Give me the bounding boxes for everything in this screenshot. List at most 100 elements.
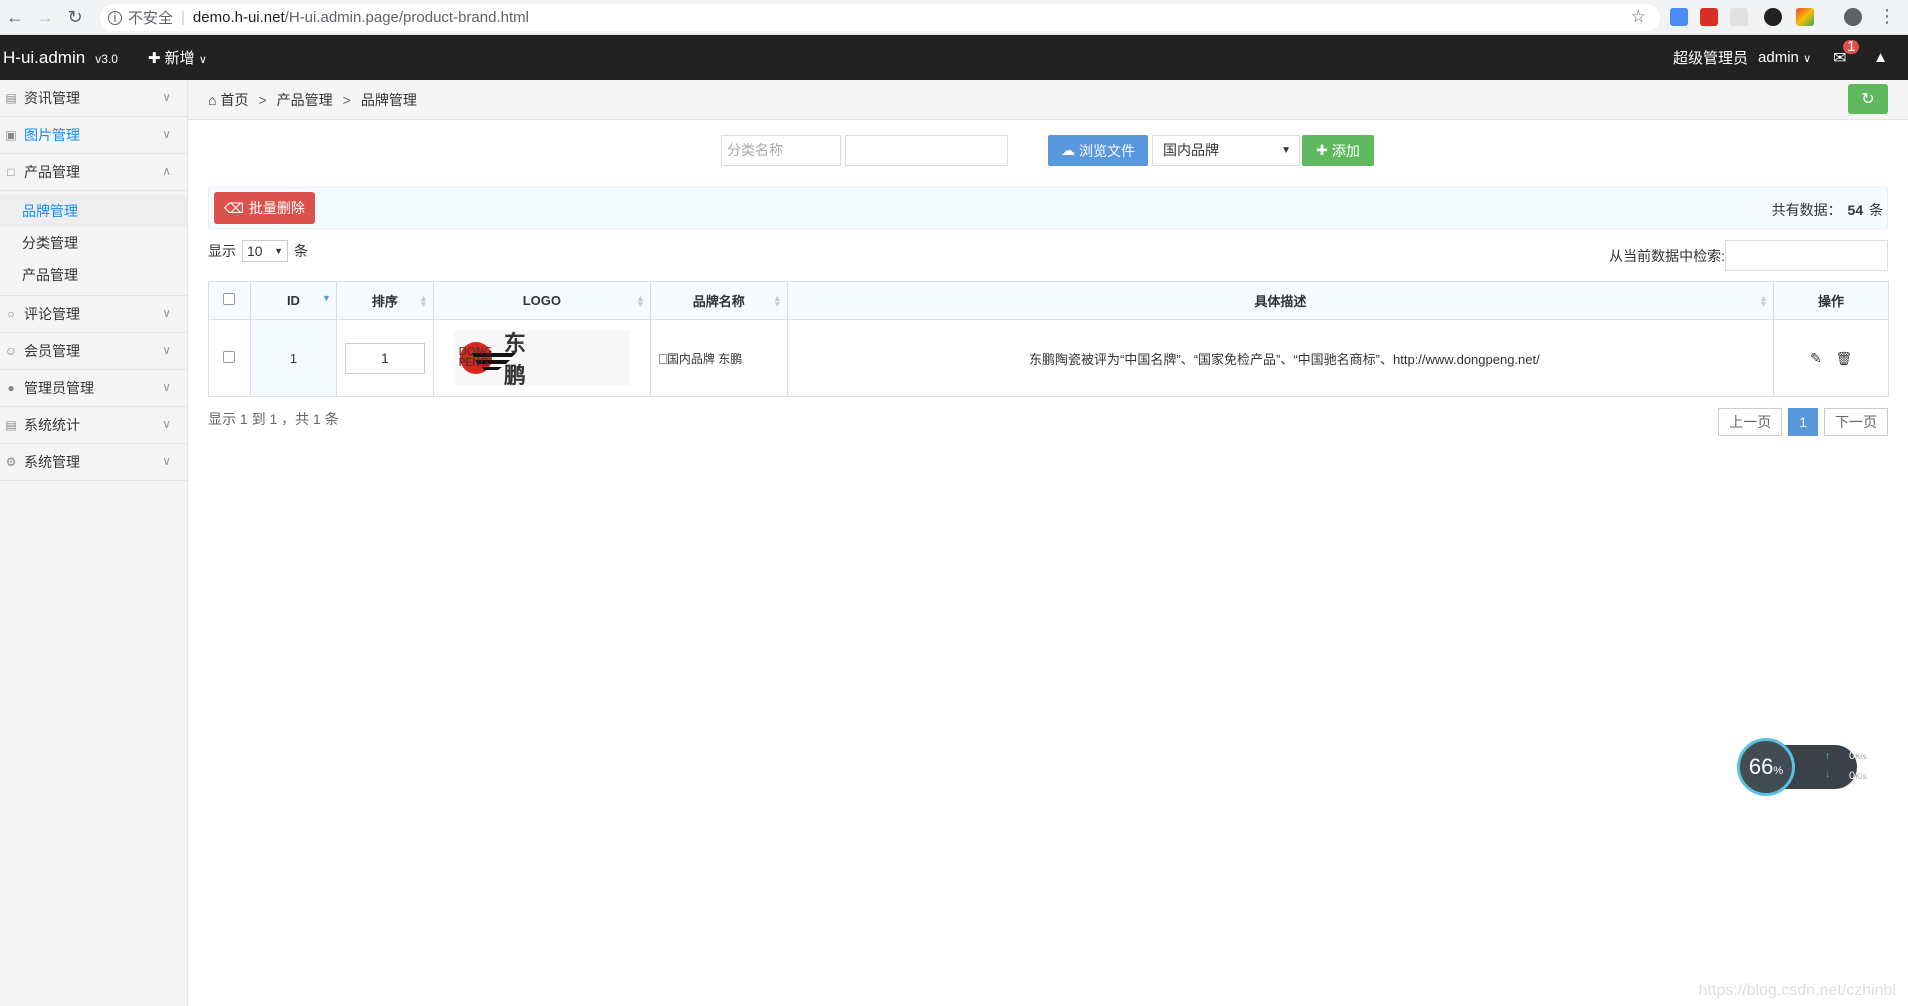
sidebar: ▤ 资讯管理 ∨ ▣ 图片管理 ∨ □ 产品管理 ∧ 品牌管理 分类管理 产品管… [0, 80, 188, 1006]
prev-page-button[interactable]: 上一页 [1718, 408, 1783, 436]
sidebar-item-comments[interactable]: ○ 评论管理 ∨ [0, 296, 187, 333]
user-menu[interactable]: admin ∨ [1758, 49, 1811, 66]
brand-image-alt: 国内品牌 [666, 351, 715, 366]
total-count: 共有数据： 54 条 [1772, 200, 1883, 220]
app-header: H-ui.admin v3.0 ✚ 新增 ∨ 超级管理员 admin ∨ ✉ 1… [0, 35, 1908, 80]
gear-icon: ⚙ [5, 455, 17, 469]
brand-table: ID ▼ 排序 ▲ ▼ LOGO ▲ ▼ 品牌名称 ▲ ▼ 具体描述 ▲ ▼ 操… [208, 281, 1889, 397]
column-header-order[interactable]: 排序 ▲ ▼ [335, 281, 434, 320]
chevron-down-icon: ∨ [162, 417, 171, 431]
column-header-brand-name[interactable]: 品牌名称 ▲ ▼ [649, 281, 788, 320]
translate-extension-icon[interactable] [1670, 8, 1688, 26]
chevron-down-icon: ∨ [198, 54, 207, 66]
submenu-item-category[interactable]: 分类管理 [0, 227, 187, 259]
column-label: 品牌名称 [692, 294, 745, 309]
forward-icon[interactable]: → [30, 2, 60, 32]
user-icon: ☺ [4, 344, 18, 358]
sidebar-item-members[interactable]: ☺ 会员管理 ∨ [0, 333, 187, 370]
profile-avatar-icon[interactable] [1844, 8, 1862, 26]
column-header-logo[interactable]: LOGO ▲ ▼ [432, 281, 651, 320]
browser-toolbar: ← → ↻ i 不安全 | demo.h-ui.net /H-ui.admin.… [0, 0, 1908, 35]
page-length-select[interactable]: 10 ▼ [242, 240, 288, 262]
edit-icon[interactable]: ✎ [1810, 350, 1822, 366]
breadcrumb: ⌂ 首页 > 产品管理 > 品牌管理 ↻ [188, 80, 1908, 120]
url-path: /H-ui.admin.page/product-brand.html [284, 9, 529, 26]
logo-text-dong: DONG [458, 344, 493, 358]
breadcrumb-separator: > [342, 91, 351, 108]
brand-name: 东鹏 [718, 351, 743, 366]
batch-delete-label: 批量删除 [248, 200, 305, 216]
column-label: ID [286, 293, 300, 308]
insecure-label: 不安全 [128, 10, 174, 27]
delete-icon[interactable]: 🗑 [1835, 351, 1852, 366]
column-header-description[interactable]: 具体描述 ▲ ▼ [786, 281, 1775, 320]
total-suffix: 条 [1869, 202, 1883, 218]
sort-icon: ▲ ▼ [772, 293, 782, 309]
main-content: ⌂ 首页 > 产品管理 > 品牌管理 ↻ 分类名称 ☁ 浏览文件 国内品牌 ▼ … [188, 80, 1908, 1006]
refresh-button[interactable]: ↻ [1848, 84, 1888, 114]
page-button-current[interactable]: 1 [1788, 408, 1818, 436]
search-input[interactable] [1725, 240, 1888, 271]
submenu-item-product[interactable]: 产品管理 [0, 259, 187, 291]
sidebar-item-statistics[interactable]: ▤ 系统统计 ∨ [0, 407, 187, 444]
add-brand-button[interactable]: ✚ 添加 [1302, 135, 1374, 166]
address-bar[interactable]: i 不安全 | demo.h-ui.net /H-ui.admin.page/p… [100, 4, 1660, 31]
column-label: 排序 [371, 294, 398, 309]
chevron-down-icon: ∨ [1803, 53, 1812, 65]
submenu-item-brand[interactable]: 品牌管理 [0, 195, 187, 227]
column-header-id[interactable]: ID ▼ [249, 281, 337, 320]
column-label: LOGO [522, 293, 561, 308]
sidebar-item-label: 系统管理 [24, 454, 80, 470]
select-all-cell [208, 281, 251, 320]
page-extension-icon[interactable] [1730, 8, 1748, 26]
reload-icon[interactable]: ↻ [60, 2, 90, 32]
batch-delete-button[interactable]: ⌫ 批量删除 [214, 192, 315, 224]
file-path-input[interactable] [845, 135, 1008, 166]
row-brand-name-cell: 国内品牌 东鹏 [649, 319, 788, 397]
user-name: admin [1758, 49, 1799, 66]
news-icon: ▤ [5, 91, 17, 105]
sidebar-item-products[interactable]: □ 产品管理 ∧ [0, 154, 187, 191]
fe-extension-icon[interactable] [1700, 8, 1718, 26]
app-logo[interactable]: H-ui.admin [3, 48, 85, 68]
total-number: 54 [1847, 202, 1864, 218]
sidebar-item-admins[interactable]: ● 管理员管理 ∨ [0, 370, 187, 407]
sidebar-item-pictures[interactable]: ▣ 图片管理 ∨ [0, 117, 187, 154]
messages-button[interactable]: ✉ 1 [1833, 39, 1860, 68]
header-user-area: 超级管理员 admin ∨ ✉ 1 ▲ [1673, 35, 1908, 80]
cloud-upload-icon: ☁ [1061, 142, 1075, 158]
info-icon[interactable]: i [108, 10, 122, 25]
chevron-down-icon: ∨ [162, 454, 171, 468]
percent-sign: % [1773, 765, 1784, 777]
brand-type-select[interactable]: 国内品牌 ▼ [1152, 135, 1300, 166]
add-new-menu[interactable]: ✚ 新增 ∨ [148, 47, 207, 68]
user-role: 超级管理员 [1673, 50, 1749, 67]
add-new-label: 新增 [164, 50, 195, 67]
network-speed-widget[interactable]: ↑ ↓ 0K/s 0K/s 66% [1737, 738, 1867, 796]
category-name-input[interactable]: 分类名称 [721, 135, 841, 166]
circle-extension-icon[interactable] [1764, 8, 1782, 26]
skin-shirt-icon[interactable]: ▲ [1873, 49, 1888, 66]
sort-icon: ▲ ▼ [418, 293, 428, 309]
bookmark-star-icon[interactable]: ☆ [1631, 7, 1646, 27]
back-icon[interactable]: ← [0, 2, 30, 32]
row-actions-cell: ✎ 🗑 [1773, 319, 1889, 397]
memory-usage-gauge: 66% [1737, 738, 1795, 796]
row-logo-cell: DONG PENG 东鹏 [432, 319, 651, 397]
select-all-checkbox[interactable] [223, 293, 236, 305]
breadcrumb-home[interactable]: 首页 [220, 90, 248, 110]
browse-file-button[interactable]: ☁ 浏览文件 [1048, 135, 1148, 166]
column-header-actions: 操作 [1773, 281, 1889, 320]
admin-user-icon: ● [7, 381, 15, 395]
sidebar-item-news[interactable]: ▤ 资讯管理 ∨ [0, 80, 187, 117]
color-extension-icon[interactable] [1796, 8, 1814, 26]
order-input[interactable]: 1 [344, 342, 425, 374]
add-brand-label: 添加 [1331, 142, 1360, 159]
breadcrumb-products[interactable]: 产品管理 [277, 90, 333, 110]
row-checkbox[interactable] [223, 350, 236, 363]
sidebar-item-label: 管理员管理 [24, 380, 94, 396]
browser-menu-icon[interactable]: ⋮ [1878, 6, 1896, 27]
sidebar-item-system[interactable]: ⚙ 系统管理 ∨ [0, 444, 187, 481]
logo-text-chinese: 东鹏 [503, 330, 526, 388]
next-page-button[interactable]: 下一页 [1824, 408, 1888, 436]
